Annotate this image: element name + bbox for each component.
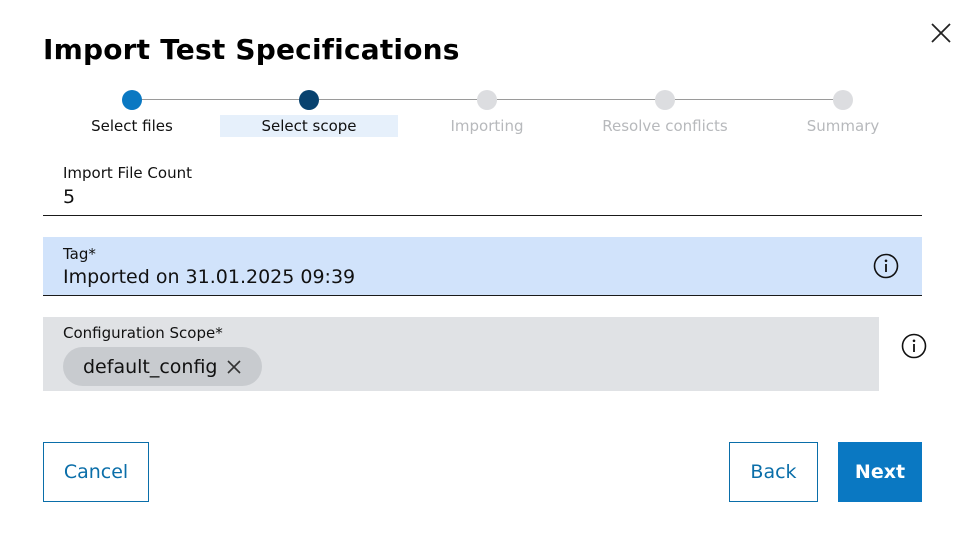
step-label-select-scope: Select scope bbox=[220, 115, 398, 137]
step-dot-summary bbox=[833, 90, 853, 110]
step-connector bbox=[675, 99, 833, 100]
tag-label: Tag* bbox=[63, 245, 96, 263]
step-dot-resolve-conflicts bbox=[655, 90, 675, 110]
step-dot-importing bbox=[477, 90, 497, 110]
step-connector bbox=[497, 99, 655, 100]
back-button[interactable]: Back bbox=[729, 442, 818, 502]
step-label-select-files: Select files bbox=[91, 117, 173, 135]
step-dot-select-files bbox=[122, 90, 142, 110]
scope-info-icon[interactable] bbox=[901, 333, 927, 359]
step-dot-select-scope bbox=[299, 90, 319, 110]
cancel-button[interactable]: Cancel bbox=[43, 442, 149, 502]
step-connector bbox=[141, 99, 299, 100]
tag-field[interactable]: Tag* Imported on 31.01.2025 09:39 bbox=[43, 237, 922, 296]
next-button[interactable]: Next bbox=[838, 442, 922, 502]
configuration-scope-field[interactable]: Configuration Scope* default_config bbox=[43, 317, 879, 391]
file-count-label: Import File Count bbox=[63, 164, 192, 182]
file-count-value: 5 bbox=[63, 186, 76, 208]
stepper: Select files Select scope Importing Reso… bbox=[0, 0, 975, 140]
file-count-underline bbox=[43, 215, 922, 216]
import-dialog: Import Test Specifications Select files … bbox=[0, 0, 975, 542]
scope-chip: default_config bbox=[63, 347, 262, 386]
step-label-importing: Importing bbox=[450, 117, 524, 135]
scope-chip-label: default_config bbox=[83, 355, 218, 378]
step-label-resolve-conflicts: Resolve conflicts bbox=[602, 117, 728, 135]
remove-chip-icon[interactable] bbox=[226, 359, 242, 375]
configuration-scope-label: Configuration Scope* bbox=[63, 324, 223, 342]
step-label-summary: Summary bbox=[806, 117, 880, 135]
tag-input[interactable]: Imported on 31.01.2025 09:39 bbox=[63, 265, 355, 289]
info-icon[interactable] bbox=[873, 253, 899, 279]
step-connector bbox=[319, 99, 477, 100]
